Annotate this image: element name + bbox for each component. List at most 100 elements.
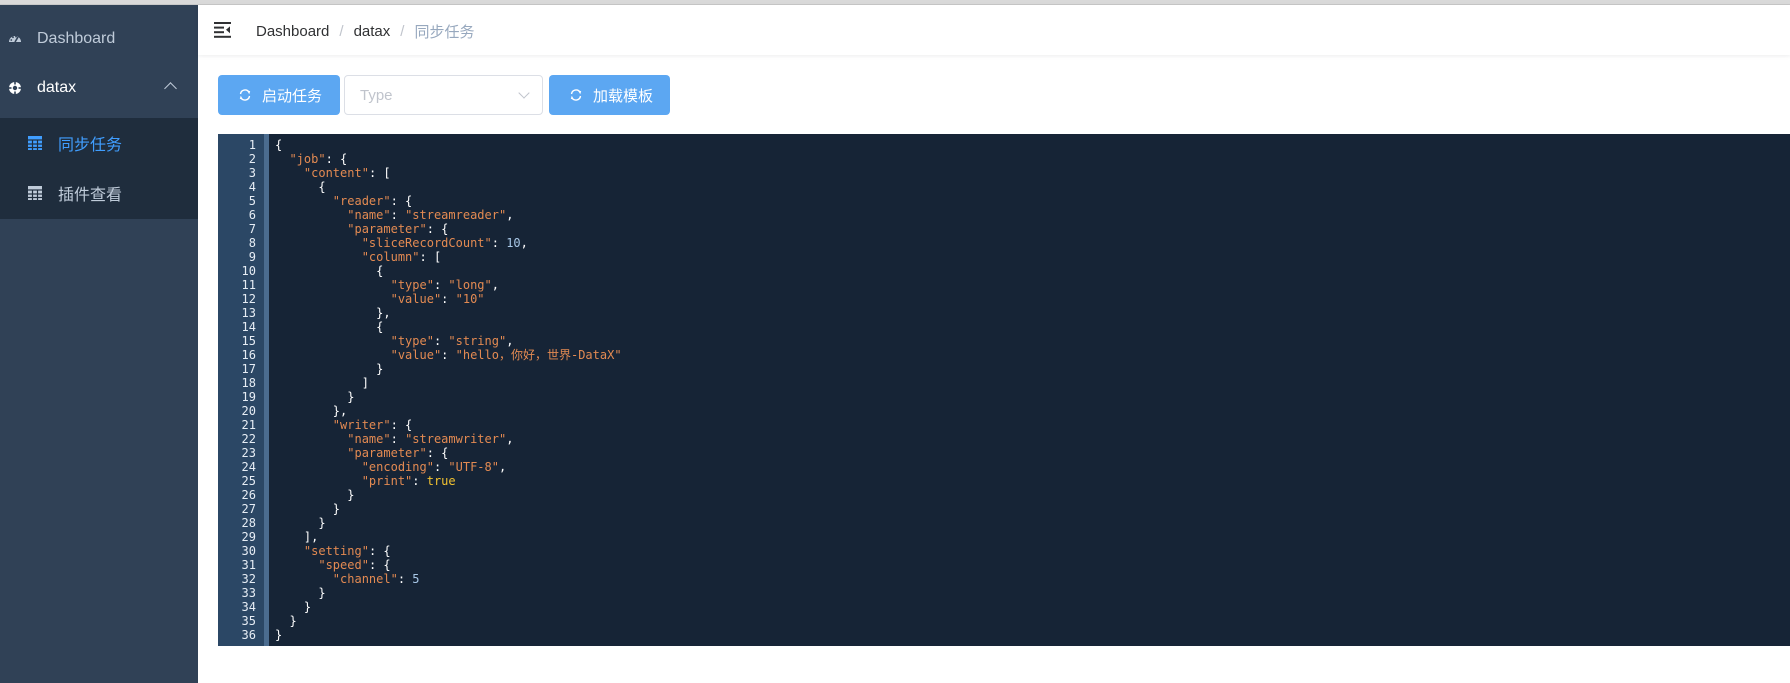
code-token: "content": [303, 166, 369, 180]
code-token: },: [275, 404, 348, 418]
code-token: }: [275, 614, 297, 628]
breadcrumb-item-dashboard[interactable]: Dashboard: [256, 23, 329, 40]
code-token: "sliceRecordCount": [361, 236, 492, 250]
refresh-icon: [238, 88, 252, 102]
line-number: 31: [241, 558, 256, 572]
code-token: "type": [390, 334, 434, 348]
sidebar-item-label: datax: [37, 79, 77, 96]
line-number: 16: [241, 348, 256, 362]
code-token: "string": [448, 334, 507, 348]
code-line: }: [275, 600, 311, 614]
code-token: "parameter": [347, 446, 427, 460]
code-line: "reader": {: [275, 194, 412, 208]
code-token: },: [275, 306, 391, 320]
code-token: "channel": [332, 572, 398, 586]
dashboard-icon: [8, 32, 22, 46]
code-token: "long": [448, 278, 492, 292]
code-token: "print": [361, 474, 413, 488]
code-token: "speed": [318, 558, 369, 572]
code-line: },: [275, 306, 391, 320]
code-line: {: [275, 138, 282, 152]
line-number: 12: [241, 292, 256, 306]
line-number: 17: [241, 362, 256, 376]
code-token: }: [275, 362, 384, 376]
code-line: "type": "long",: [275, 278, 499, 292]
refresh-icon: [569, 88, 583, 102]
line-number: 5: [248, 194, 256, 208]
json-code-editor[interactable]: 1 2 3 4 5 6 7 8 9 10 11 12 13 14 15 16 17 18 19 20 21 22 23 24 2…: [218, 134, 1790, 646]
code-line: "column": [: [275, 250, 441, 264]
code-token: : {: [426, 222, 449, 236]
line-number: 15: [241, 334, 256, 348]
code-token: 5: [412, 572, 420, 586]
code-token: {: [275, 180, 326, 194]
type-select[interactable]: Type: [344, 75, 543, 115]
code-token: }: [275, 600, 312, 614]
code-line: "value": "hello，你好，世界-DataX": [275, 348, 622, 362]
code-token: "name": [347, 208, 391, 222]
breadcrumb-item-datax[interactable]: datax: [354, 23, 391, 40]
line-number-gutter: 1 2 3 4 5 6 7 8 9 10 11 12 13 14 15 16 17 18 19 20 21 22 23 24 2…: [218, 134, 264, 646]
code-token: }: [275, 628, 283, 642]
gutter-fold-strip: [264, 134, 269, 646]
line-number: 25: [241, 474, 256, 488]
code-token: "writer": [332, 418, 391, 432]
code-token: "column": [361, 250, 420, 264]
load-template-label: 加载模板: [593, 87, 654, 105]
sidebar-item-dashboard[interactable]: Dashboard: [0, 11, 198, 67]
code-token: true: [426, 474, 456, 488]
start-task-button[interactable]: 启动任务: [218, 75, 340, 115]
line-number: 3: [248, 166, 256, 180]
sidebar-item-datax[interactable]: datax: [0, 60, 198, 116]
code-token: :: [433, 334, 449, 348]
line-number: 34: [241, 600, 256, 614]
line-number: 18: [241, 376, 256, 390]
code-token: :: [433, 278, 449, 292]
code-line: "parameter": {: [275, 446, 448, 460]
line-number: 1: [248, 138, 256, 152]
line-number: 22: [241, 432, 256, 446]
code-line: ]: [275, 376, 369, 390]
breadcrumb-item-current: 同步任务: [414, 24, 475, 41]
start-task-label: 启动任务: [262, 87, 323, 105]
line-number: 21: [241, 418, 256, 432]
code-token: : [: [368, 166, 391, 180]
line-number: 7: [248, 222, 256, 236]
code-token: : {: [390, 194, 413, 208]
code-token: "10": [455, 292, 485, 306]
code-token: 10: [506, 236, 521, 250]
code-token: "value": [390, 348, 442, 362]
line-number: 14: [241, 320, 256, 334]
line-number: 36: [241, 628, 256, 642]
breadcrumb-separator: /: [400, 23, 405, 40]
code-line: }: [275, 614, 297, 628]
line-number: 11: [241, 278, 256, 292]
code-token: : {: [368, 558, 391, 572]
line-number: 19: [241, 390, 256, 404]
hamburger-icon[interactable]: [214, 22, 231, 38]
line-number: 9: [248, 250, 256, 264]
code-token: ]: [275, 376, 369, 390]
line-number: 29: [241, 530, 256, 544]
code-token: :: [412, 474, 427, 488]
code-line: "name": "streamreader",: [275, 208, 513, 222]
code-token: {: [275, 264, 384, 278]
code-line: "print": true: [275, 474, 456, 488]
code-line: },: [275, 404, 347, 418]
code-line: "setting": {: [275, 544, 391, 558]
datax-submenu: 同步任务 插件查看: [0, 118, 198, 219]
line-number: 2: [248, 152, 256, 166]
sidebar-item-sync-task[interactable]: 同步任务: [0, 118, 198, 168]
line-number: 30: [241, 544, 256, 558]
code-line: "parameter": {: [275, 222, 448, 236]
load-template-button[interactable]: 加载模板: [549, 75, 670, 115]
code-token: "parameter": [347, 222, 427, 236]
breadcrumb: Dashboard / datax / 同步任务: [256, 21, 474, 42]
code-token: "hello，你好，世界-DataX": [455, 348, 622, 362]
sidebar-item-plugin-view[interactable]: 插件查看: [0, 168, 198, 218]
